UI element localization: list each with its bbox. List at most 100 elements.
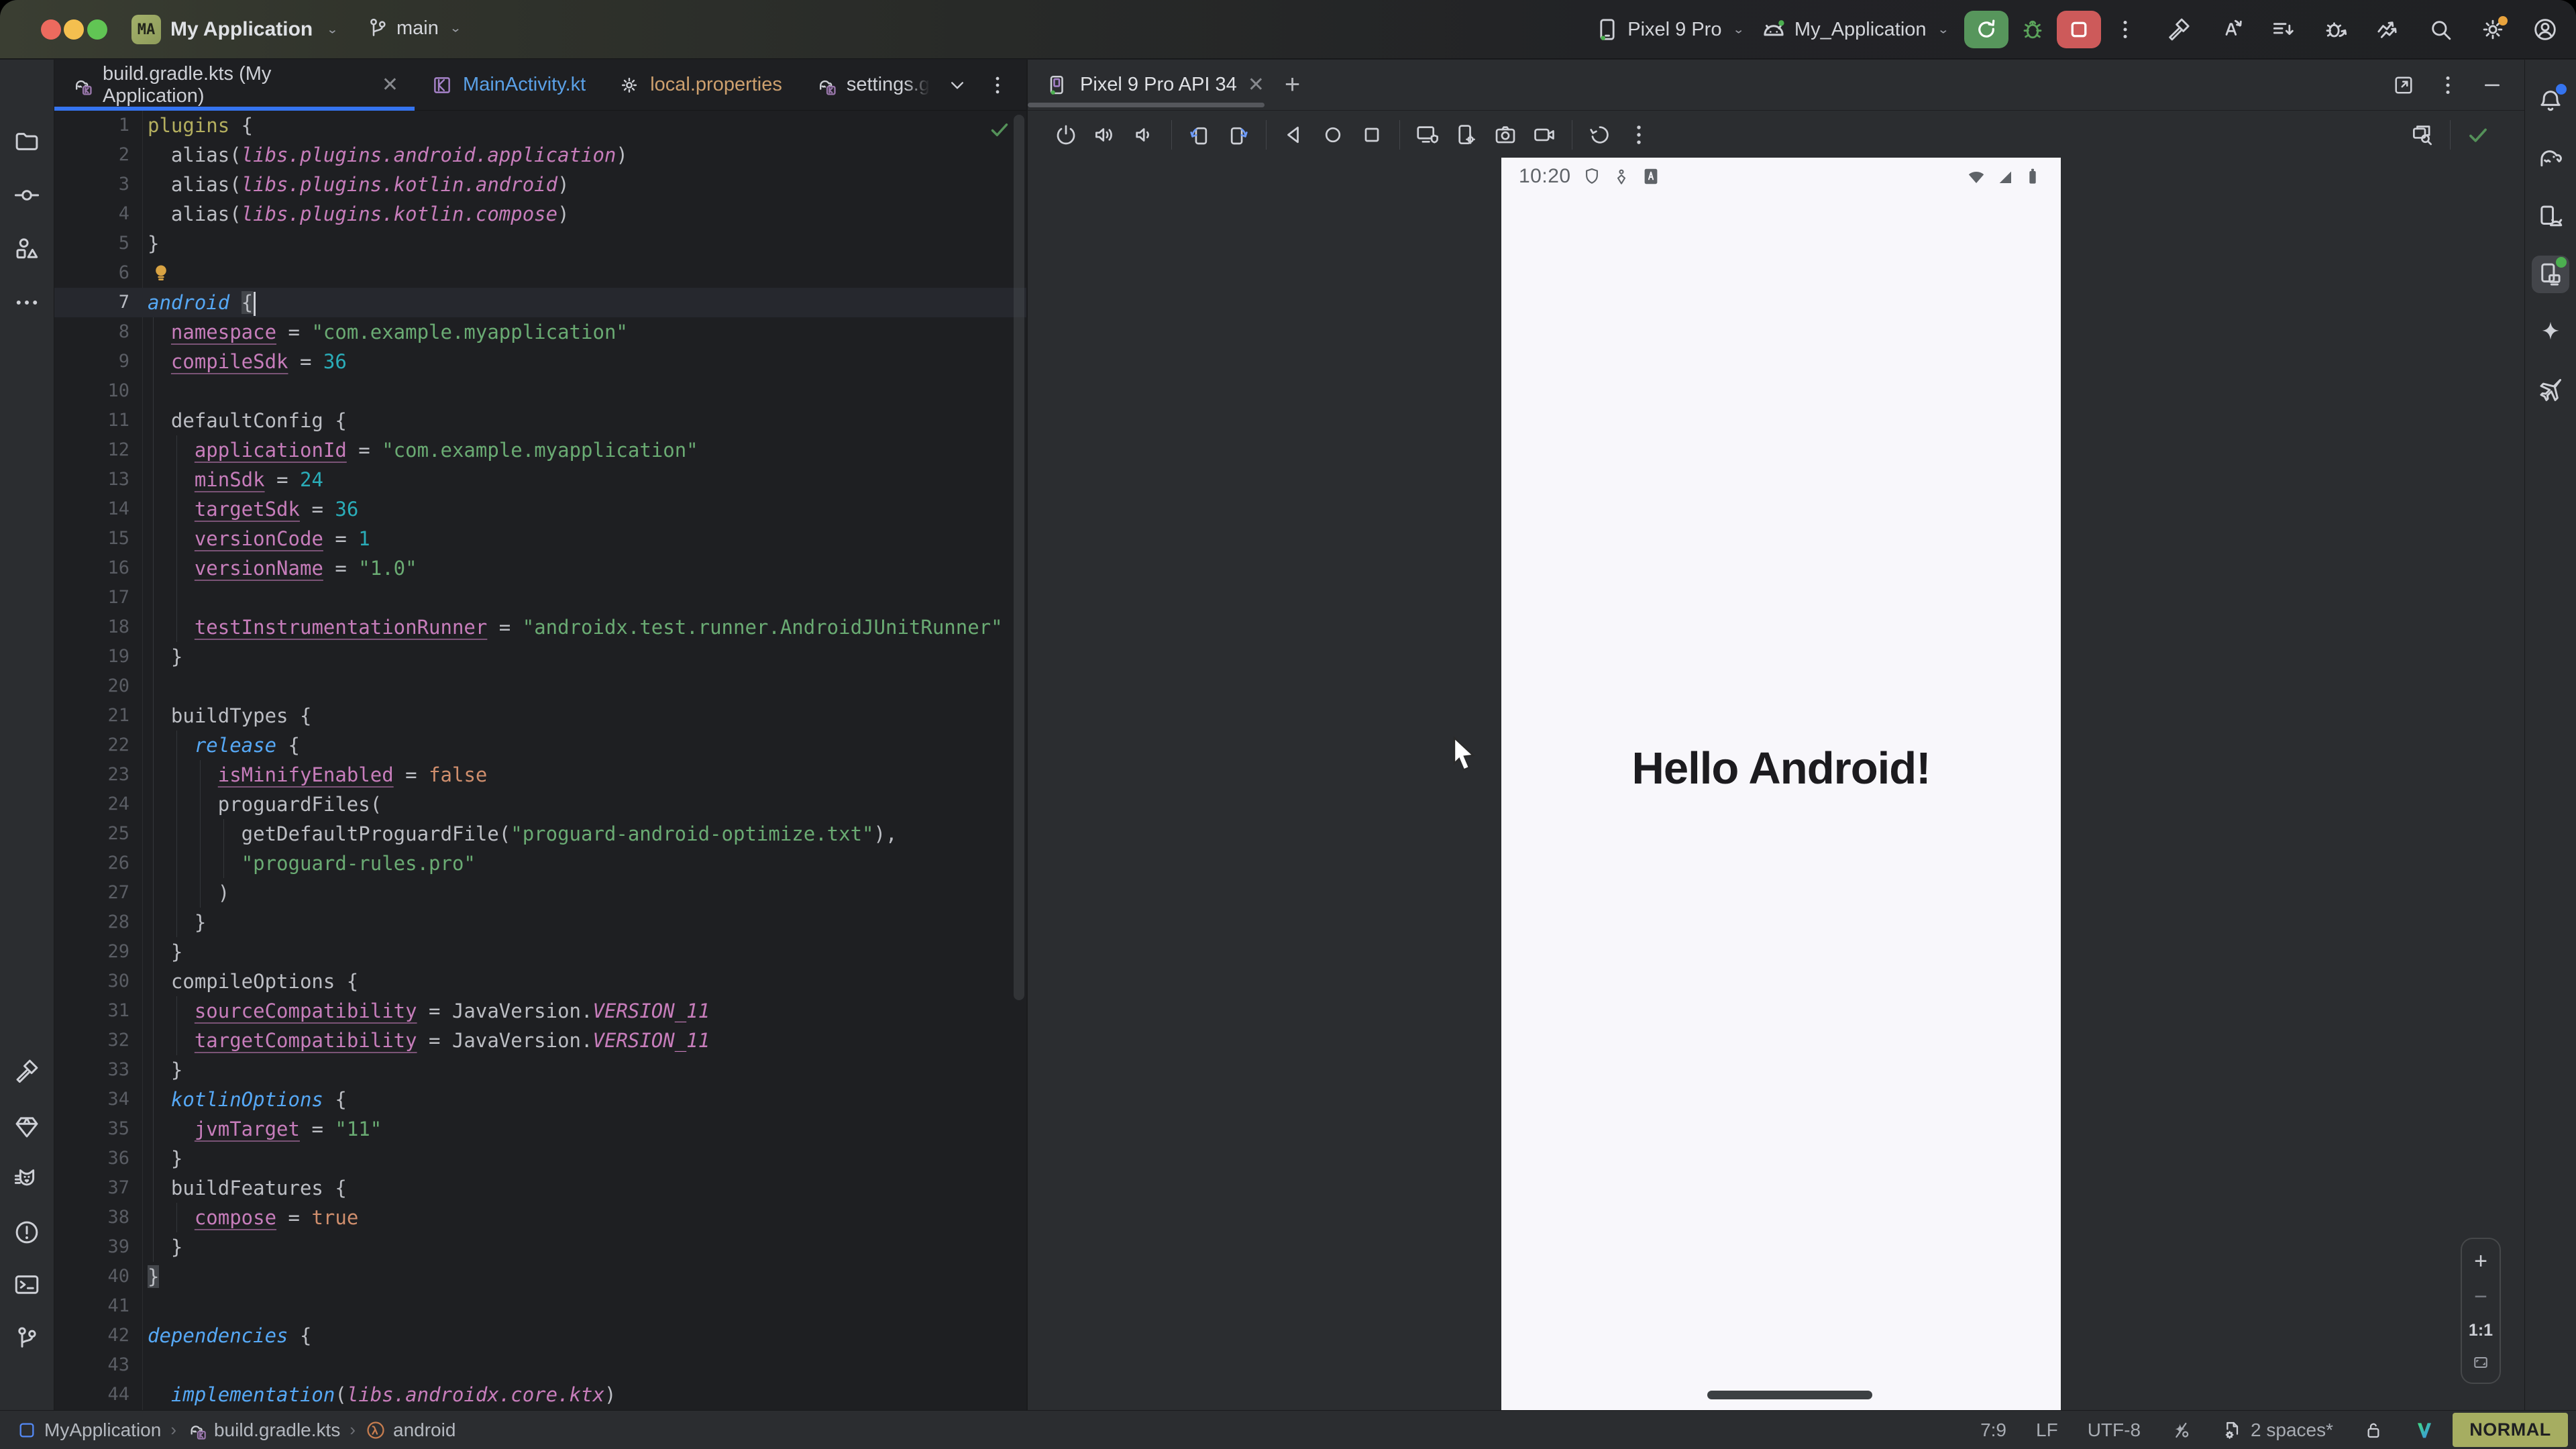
emulator-screen-record-button[interactable]	[1525, 115, 1564, 154]
tool-window-gradle-elephant-button[interactable]	[2532, 140, 2569, 178]
code-editor[interactable]: 1plugins {2 alias(libs.plugins.android.a…	[54, 111, 1026, 1410]
add-device-tab-button[interactable]: +	[1271, 70, 1313, 100]
code-line-1[interactable]: 1plugins {	[54, 111, 1026, 140]
emulator-check-button[interactable]	[2459, 115, 2498, 154]
emulator-frames-search-button[interactable]	[2403, 115, 2442, 154]
code-line-12[interactable]: 12 applicationId = "com.example.myapplic…	[54, 435, 1026, 465]
project-widget[interactable]: MA My Application ⌄	[131, 15, 339, 44]
close-icon[interactable]: ✕	[382, 73, 398, 97]
code-line-40[interactable]: 40}	[54, 1262, 1026, 1291]
tool-window-device-manager-button[interactable]	[2532, 198, 2569, 235]
tool-window-app-quality-insights-button[interactable]	[8, 1108, 46, 1146]
ai-assistant-status[interactable]	[2170, 1419, 2192, 1441]
breadcrumb-item[interactable]: MyApplication	[16, 1419, 161, 1441]
editor-tab-1[interactable]: build.gradle.kts (My Application)✕	[54, 60, 415, 110]
tool-window-logcat-button[interactable]	[8, 1161, 46, 1199]
vim-mode-badge[interactable]: NORMAL	[2453, 1413, 2568, 1447]
tab-options-icon[interactable]	[986, 74, 1009, 97]
device-selector[interactable]: Pixel 9 Pro ⌄	[1594, 16, 1745, 43]
code-line-11[interactable]: 11 defaultConfig {	[54, 406, 1026, 435]
code-line-9[interactable]: 9 compileSdk = 36	[54, 347, 1026, 376]
emulator-more-vertical-button[interactable]	[1619, 115, 1658, 154]
search-button[interactable]	[2422, 11, 2459, 48]
code-line-44[interactable]: 44 implementation(libs.androidx.core.ktx…	[54, 1380, 1026, 1409]
intention-bulb-icon[interactable]	[149, 261, 173, 285]
zoom-out-button[interactable]: −	[2474, 1285, 2487, 1308]
macos-close-button[interactable]	[41, 19, 61, 40]
code-line-42[interactable]: 42dependencies {	[54, 1321, 1026, 1350]
vcs-branch-widget[interactable]: main ⌄	[366, 16, 462, 40]
editor-scrollbar[interactable]	[1014, 115, 1024, 1000]
code-line-20[interactable]: 20	[54, 672, 1026, 701]
code-line-16[interactable]: 16 versionName = "1.0"	[54, 553, 1026, 583]
code-line-4[interactable]: 4 alias(libs.plugins.kotlin.compose)	[54, 199, 1026, 229]
profiler-button[interactable]	[2369, 11, 2407, 48]
tool-window-gemini-sparkle-button[interactable]	[2532, 313, 2569, 351]
tool-window-problems-button[interactable]	[8, 1214, 46, 1251]
account-button[interactable]	[2526, 11, 2564, 48]
code-line-37[interactable]: 37 buildFeatures {	[54, 1173, 1026, 1203]
indent-config[interactable]: 2 spaces*	[2221, 1419, 2333, 1441]
readonly-toggle[interactable]	[2363, 1419, 2384, 1441]
code-line-17[interactable]: 17	[54, 583, 1026, 612]
file-encoding[interactable]: UTF-8	[2088, 1419, 2141, 1441]
tool-window-version-control-button[interactable]	[8, 1320, 46, 1357]
code-line-43[interactable]: 43	[54, 1350, 1026, 1380]
run-configuration-selector[interactable]: My_Application ⌄	[1760, 15, 1949, 44]
ideavim-toggle[interactable]	[2414, 1419, 2435, 1441]
tool-window-airplane-button[interactable]	[2532, 371, 2569, 409]
code-line-23[interactable]: 23 isMinifyEnabled = false	[54, 760, 1026, 790]
tab-list-dropdown[interactable]	[946, 74, 969, 97]
code-line-8[interactable]: 8 namespace = "com.example.myapplication…	[54, 317, 1026, 347]
apply-code-changes-button[interactable]	[2265, 11, 2302, 48]
minimize-icon[interactable]	[2480, 73, 2504, 97]
more-run-actions-button[interactable]	[2106, 11, 2144, 48]
code-line-38[interactable]: 38 compose = true	[54, 1203, 1026, 1232]
inspections-ok-icon[interactable]	[987, 117, 1012, 142]
emulator-rotate-right-button[interactable]	[1219, 115, 1258, 154]
code-line-7[interactable]: 7android {	[54, 288, 1026, 317]
code-line-21[interactable]: 21 buildTypes {	[54, 701, 1026, 731]
code-line-13[interactable]: 13 minSdk = 24	[54, 465, 1026, 494]
code-line-22[interactable]: 22 release {	[54, 731, 1026, 760]
caret-position[interactable]: 7:9	[1980, 1419, 2006, 1441]
tool-window-resource-manager-button[interactable]	[8, 230, 46, 268]
code-line-28[interactable]: 28 }	[54, 908, 1026, 937]
code-line-31[interactable]: 31 sourceCompatibility = JavaVersion.VER…	[54, 996, 1026, 1026]
editor-tab-4[interactable]: settings.g	[798, 60, 946, 110]
line-separator[interactable]: LF	[2036, 1419, 2058, 1441]
close-icon[interactable]: ✕	[1248, 73, 1265, 97]
phone-screen[interactable]: 10:20 Hello Android!	[1501, 158, 2061, 1410]
tool-window-notifications-bell-button[interactable]	[2532, 83, 2569, 120]
emulator-device-tab[interactable]: Pixel 9 Pro API 34 ✕	[1028, 60, 1271, 110]
emulator-rotate-left-button[interactable]	[1180, 115, 1219, 154]
emulator-snapshot-reset-button[interactable]	[1580, 115, 1619, 154]
code-line-29[interactable]: 29 }	[54, 937, 1026, 967]
emulator-overview-button[interactable]	[1352, 115, 1391, 154]
code-line-19[interactable]: 19 }	[54, 642, 1026, 672]
emulator-display-mode-button[interactable]	[1408, 115, 1447, 154]
stop-button[interactable]	[2057, 11, 2101, 48]
code-line-6[interactable]: 6	[54, 258, 1026, 288]
code-line-5[interactable]: 5}	[54, 229, 1026, 258]
code-line-25[interactable]: 25 getDefaultProguardFile("proguard-andr…	[54, 819, 1026, 849]
open-in-window-icon[interactable]	[2392, 73, 2416, 97]
tool-window-commit-button[interactable]	[8, 176, 46, 214]
tool-window-build-hammer-button[interactable]	[8, 1053, 46, 1090]
zoom-to-fit-icon[interactable]	[2471, 1353, 2490, 1372]
debug-button[interactable]	[2014, 11, 2051, 48]
code-line-35[interactable]: 35 jvmTarget = "11"	[54, 1114, 1026, 1144]
zoom-reset-button[interactable]: 1:1	[2469, 1321, 2493, 1340]
emulator-device-settings-button[interactable]	[1447, 115, 1486, 154]
code-line-15[interactable]: 15 versionCode = 1	[54, 524, 1026, 553]
emulator-volume-up-button[interactable]	[1085, 115, 1124, 154]
emulator-back-button[interactable]	[1275, 115, 1313, 154]
macos-zoom-button[interactable]	[87, 19, 107, 40]
more-vertical-icon[interactable]	[2436, 73, 2460, 97]
code-line-24[interactable]: 24 proguardFiles(	[54, 790, 1026, 819]
code-line-32[interactable]: 32 targetCompatibility = JavaVersion.VER…	[54, 1026, 1026, 1055]
code-line-41[interactable]: 41	[54, 1291, 1026, 1321]
editor-tab-2[interactable]: MainActivity.kt	[415, 60, 602, 110]
code-line-33[interactable]: 33 }	[54, 1055, 1026, 1085]
emulator-home-button[interactable]	[1313, 115, 1352, 154]
